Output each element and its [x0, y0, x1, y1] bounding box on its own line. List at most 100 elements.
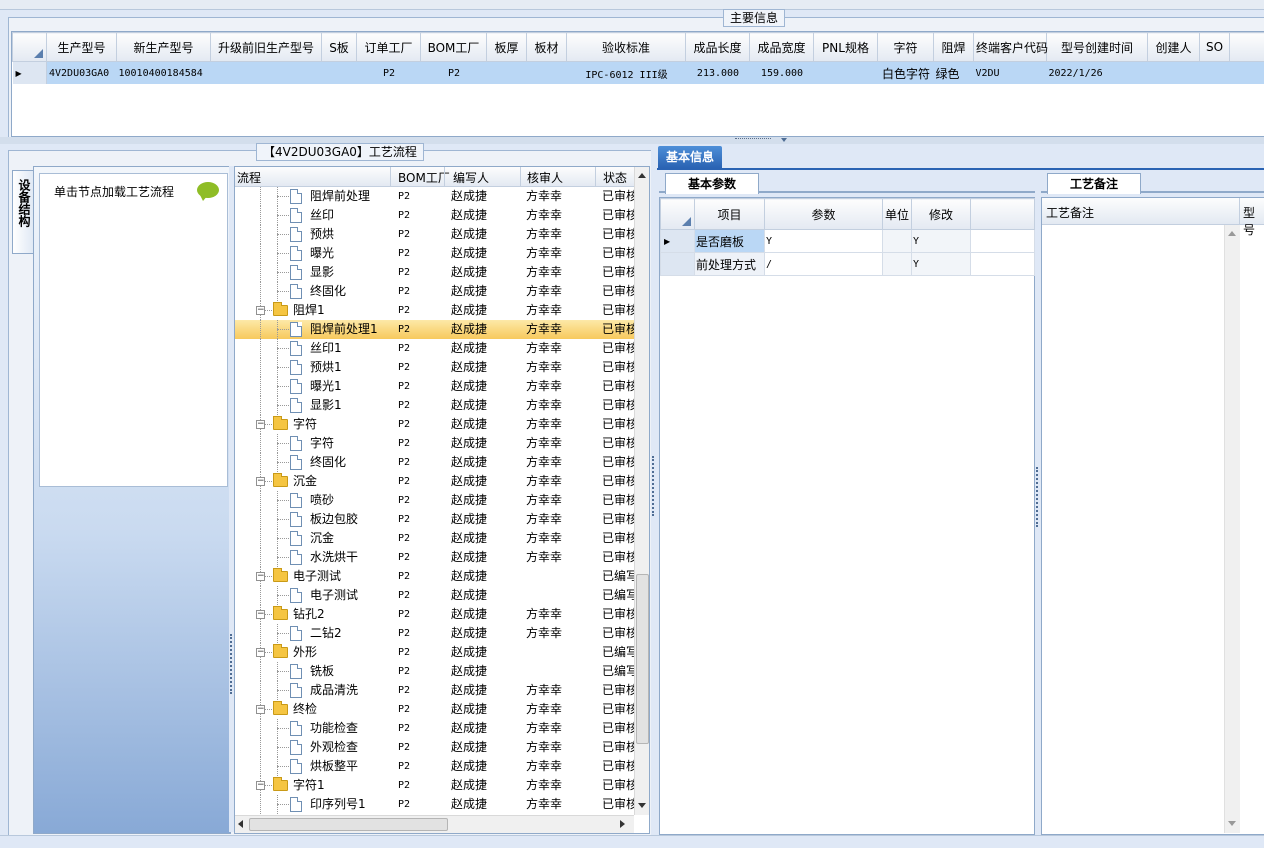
main-cell[interactable]: V2DU [974, 62, 1047, 85]
main-cell[interactable] [487, 62, 527, 85]
tree-step-row[interactable]: 预烘P2赵成捷方幸幸已审核 [235, 225, 635, 244]
notes-vscrollbar[interactable] [1224, 225, 1240, 833]
params-param-cell[interactable]: Y [765, 230, 883, 253]
tree-step-row[interactable]: 显影P2赵成捷方幸幸已审核 [235, 263, 635, 282]
horizontal-splitter[interactable] [0, 137, 1264, 144]
vscroll-thumb[interactable] [636, 574, 649, 744]
main-col-header[interactable]: 板材 [527, 33, 567, 62]
params-modify-cell[interactable]: Y [912, 230, 971, 253]
main-col-header[interactable]: BOM工厂 [421, 33, 487, 62]
main-col-header[interactable]: PNL规格 [814, 33, 878, 62]
tree-group-row[interactable]: −终检P2赵成捷方幸幸已审核 [235, 700, 635, 719]
col-header-status[interactable]: 状态 [603, 169, 627, 186]
hint-box[interactable]: 单击节点加载工艺流程 [39, 173, 228, 487]
main-col-header[interactable]: SO [1200, 33, 1230, 62]
notes-tab[interactable]: 工艺备注 [1047, 173, 1141, 194]
scroll-up-arrow-icon[interactable] [638, 173, 646, 178]
tree-step-row[interactable]: 电子测试P2赵成捷已编写 [235, 586, 635, 605]
params-col-modify[interactable]: 修改 [912, 199, 971, 230]
main-col-header[interactable]: 终端客户代码 [974, 33, 1047, 62]
scroll-right-arrow-icon[interactable] [620, 820, 625, 828]
tree-step-row[interactable]: 喷砂P2赵成捷方幸幸已审核 [235, 491, 635, 510]
main-col-header[interactable]: 板厚 [487, 33, 527, 62]
tree-step-row[interactable]: 二钻2P2赵成捷方幸幸已审核 [235, 624, 635, 643]
main-col-header[interactable]: 型号创建时间 [1047, 33, 1148, 62]
notes-col-remark[interactable]: 工艺备注 [1046, 204, 1094, 221]
params-modify-cell[interactable]: Y [912, 253, 971, 276]
collapse-toggle-icon[interactable]: − [256, 572, 265, 581]
tree-group-row[interactable]: −外形P2赵成捷已编写 [235, 643, 635, 662]
tree-step-row[interactable]: 成品清洗P2赵成捷方幸幸已审核 [235, 681, 635, 700]
main-cell[interactable]: 159.000 [750, 62, 814, 85]
main-cell[interactable]: 4V2DU03GA0 [47, 62, 117, 85]
tree-step-row[interactable]: 曝光P2赵成捷方幸幸已审核 [235, 244, 635, 263]
params-unit-cell[interactable] [883, 230, 912, 253]
tree-step-row[interactable]: 板边包胶P2赵成捷方幸幸已审核 [235, 510, 635, 529]
main-cell[interactable] [1200, 62, 1230, 85]
params-row[interactable]: 前处理方式 / Y [661, 253, 1035, 276]
main-cell[interactable]: 绿色 [934, 62, 974, 85]
collapse-toggle-icon[interactable]: − [256, 648, 265, 657]
tree-step-row[interactable]: 外观检查P2赵成捷方幸幸已审核 [235, 738, 635, 757]
tree-group-row[interactable]: −阻焊1P2赵成捷方幸幸已审核 [235, 301, 635, 320]
main-cell[interactable]: IPC-6012 III级 [567, 62, 686, 85]
main-cell[interactable]: P2 [421, 62, 487, 85]
main-info-row[interactable]: ▶ 4V2DU03GA010010400184584P2P2IPC-6012 I… [13, 62, 1264, 85]
tree-group-row[interactable]: −电子测试P2赵成捷已编写 [235, 567, 635, 586]
params-col-item[interactable]: 项目 [695, 199, 765, 230]
tree-group-row[interactable]: −字符P2赵成捷方幸幸已审核 [235, 415, 635, 434]
main-col-header[interactable]: S板 [322, 33, 357, 62]
process-hscrollbar[interactable] [235, 815, 634, 833]
params-col-unit[interactable]: 单位 [883, 199, 912, 230]
main-col-header[interactable]: 成品宽度 [750, 33, 814, 62]
tree-step-row[interactable]: 沉金P2赵成捷方幸幸已审核 [235, 529, 635, 548]
scroll-down-arrow-icon[interactable] [1228, 821, 1236, 826]
main-cell[interactable] [814, 62, 878, 85]
main-cell[interactable]: 白色字符 [878, 62, 934, 85]
main-col-header[interactable]: 升级前旧生产型号 [211, 33, 322, 62]
col-header-flow[interactable]: 流程 [237, 169, 261, 186]
collapse-toggle-icon[interactable]: − [256, 781, 265, 790]
col-header-writer[interactable]: 编写人 [453, 169, 489, 186]
tree-step-row[interactable]: 丝印1P2赵成捷方幸幸已审核 [235, 339, 635, 358]
main-col-header[interactable]: 订单工厂 [357, 33, 421, 62]
tree-step-row[interactable]: 曝光1P2赵成捷方幸幸已审核 [235, 377, 635, 396]
main-cell[interactable] [527, 62, 567, 85]
tree-step-row[interactable]: 烘板整平P2赵成捷方幸幸已审核 [235, 757, 635, 776]
params-col-param[interactable]: 参数 [765, 199, 883, 230]
main-cell[interactable]: P2 [357, 62, 421, 85]
params-item-cell[interactable]: 是否磨板 [695, 230, 765, 253]
main-cell[interactable] [211, 62, 322, 85]
main-col-header[interactable]: 阻焊 [934, 33, 974, 62]
tree-step-row[interactable]: 预烘1P2赵成捷方幸幸已审核 [235, 358, 635, 377]
tree-step-row[interactable]: 终固化P2赵成捷方幸幸已审核 [235, 282, 635, 301]
tree-group-row[interactable]: −沉金P2赵成捷方幸幸已审核 [235, 472, 635, 491]
collapse-toggle-icon[interactable]: − [256, 306, 265, 315]
tree-step-row[interactable]: 终固化P2赵成捷方幸幸已审核 [235, 453, 635, 472]
main-cell[interactable] [1148, 62, 1200, 85]
notes-col-model[interactable]: 型号 [1243, 204, 1264, 238]
collapse-toggle-icon[interactable]: − [256, 420, 265, 429]
main-cell[interactable]: 2022/1/26 [1047, 62, 1148, 85]
col-header-reviewer[interactable]: 核审人 [527, 169, 563, 186]
params-param-cell[interactable]: / [765, 253, 883, 276]
params-row[interactable]: ▶ 是否磨板 Y Y [661, 230, 1035, 253]
tree-step-row[interactable]: 阻焊前处理P2赵成捷方幸幸已审核 [235, 187, 635, 206]
params-tab[interactable]: 基本参数 [665, 173, 759, 194]
tree-group-row[interactable]: −字符1P2赵成捷方幸幸已审核 [235, 776, 635, 795]
tree-step-row[interactable]: 字符P2赵成捷方幸幸已审核 [235, 434, 635, 453]
main-col-header[interactable]: 生产型号 [47, 33, 117, 62]
col-header-bom-factory[interactable]: BOM工厂 [398, 169, 450, 186]
tree-group-row[interactable]: −钻孔2P2赵成捷方幸幸已审核 [235, 605, 635, 624]
collapse-toggle-icon[interactable]: − [256, 610, 265, 619]
scroll-down-arrow-icon[interactable] [638, 803, 646, 808]
basic-info-tab[interactable]: 基本信息 [658, 146, 722, 168]
params-item-cell[interactable]: 前处理方式 [695, 253, 765, 276]
main-col-header[interactable]: 字符 [878, 33, 934, 62]
main-cell[interactable] [322, 62, 357, 85]
tree-step-row[interactable]: 水洗烘干P2赵成捷方幸幸已审核 [235, 548, 635, 567]
tree-step-row[interactable]: 功能检查P2赵成捷方幸幸已审核 [235, 719, 635, 738]
scroll-left-arrow-icon[interactable] [238, 820, 243, 828]
scroll-up-arrow-icon[interactable] [1228, 231, 1236, 236]
main-col-header[interactable]: 验收标准 [567, 33, 686, 62]
